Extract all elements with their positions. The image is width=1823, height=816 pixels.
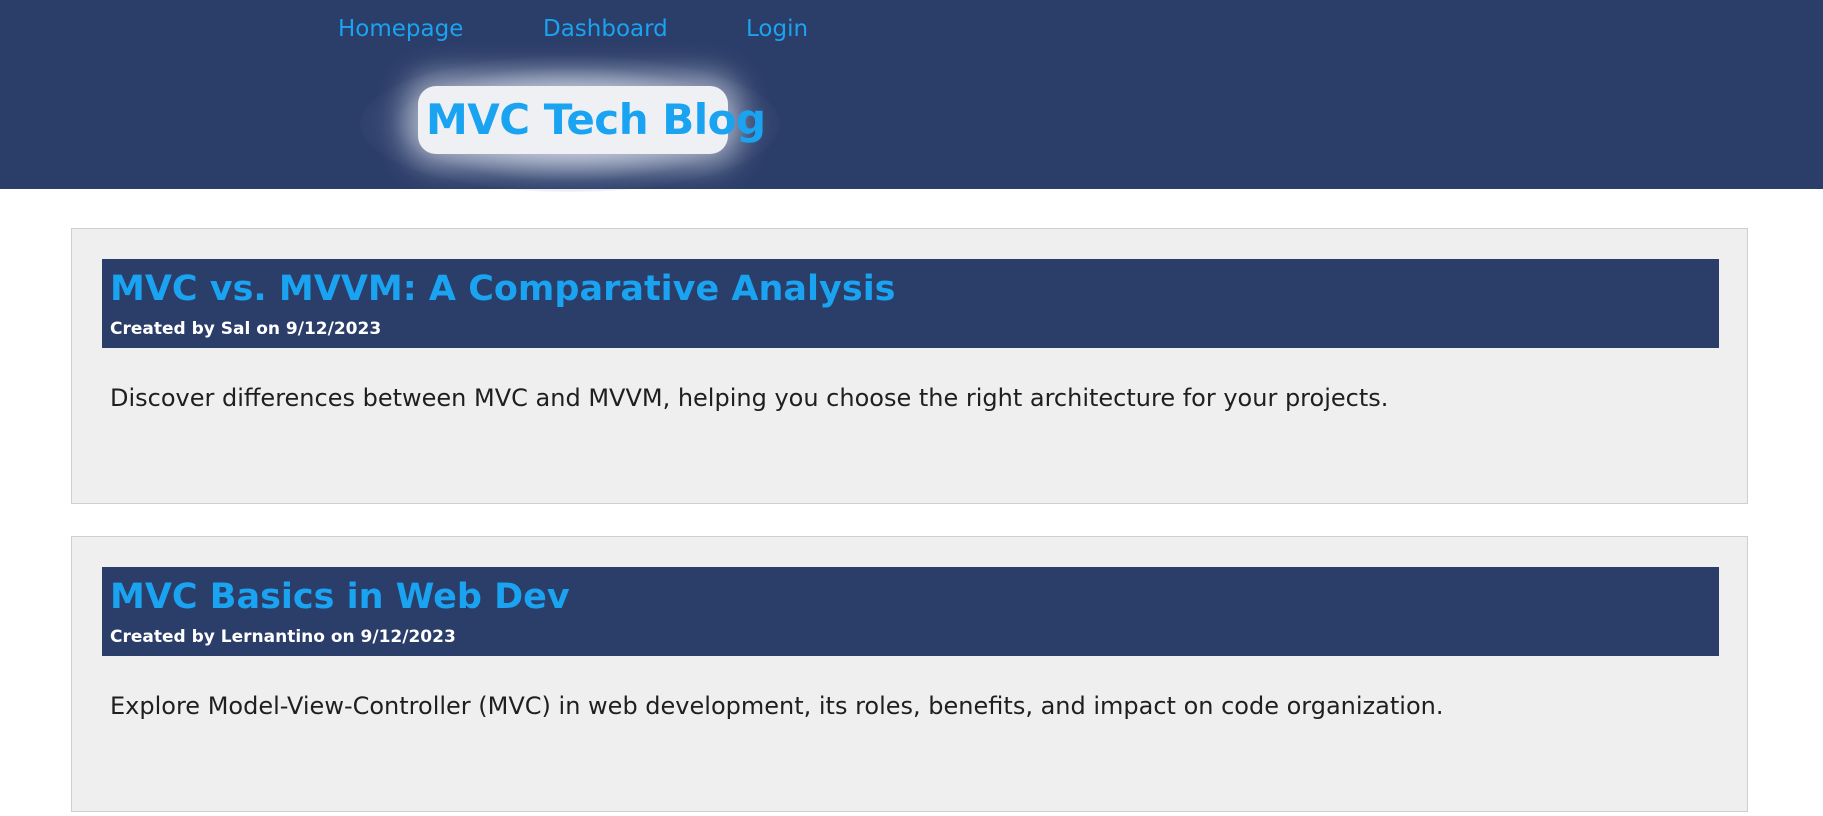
site-title: MVC Tech Blog xyxy=(426,95,766,144)
brand-badge: MVC Tech Blog xyxy=(418,86,766,154)
post-excerpt: Explore Model-View-Controller (MVC) in w… xyxy=(110,692,1444,720)
nav-login-link[interactable]: Login xyxy=(746,16,808,42)
nav-homepage-link[interactable]: Homepage xyxy=(338,16,463,42)
post-header[interactable]: MVC Basics in Web Dev Created by Lernant… xyxy=(102,567,1719,656)
post-meta: Created by Lernantino on 9/12/2023 xyxy=(110,627,456,647)
post-title[interactable]: MVC vs. MVVM: A Comparative Analysis xyxy=(110,265,896,313)
post-card[interactable]: MVC vs. MVVM: A Comparative Analysis Cre… xyxy=(71,228,1748,504)
nav-dashboard-link[interactable]: Dashboard xyxy=(543,16,668,42)
site-header: Homepage Dashboard Login MVC Tech Blog xyxy=(0,0,1823,192)
post-header[interactable]: MVC vs. MVVM: A Comparative Analysis Cre… xyxy=(102,259,1719,348)
post-excerpt: Discover differences between MVC and MVV… xyxy=(110,384,1389,412)
post-card[interactable]: MVC Basics in Web Dev Created by Lernant… xyxy=(71,536,1748,812)
post-title[interactable]: MVC Basics in Web Dev xyxy=(110,573,570,621)
post-meta: Created by Sal on 9/12/2023 xyxy=(110,319,382,339)
